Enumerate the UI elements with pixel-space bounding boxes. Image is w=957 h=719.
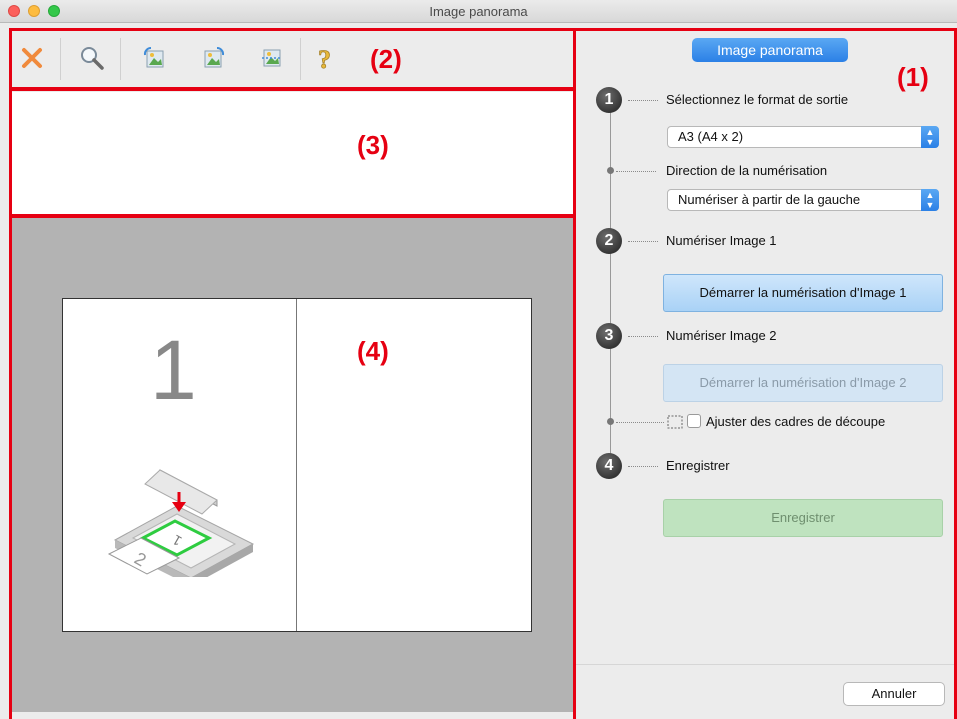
region-2-frame bbox=[9, 28, 576, 90]
region-1-frame bbox=[573, 28, 957, 719]
region-4-frame bbox=[9, 215, 576, 719]
region-3-frame bbox=[9, 88, 576, 217]
title-bar: Image panorama bbox=[0, 0, 957, 23]
region-3-label: (3) bbox=[357, 130, 389, 160]
region-2-label: (2) bbox=[370, 44, 402, 74]
window-title: Image panorama bbox=[429, 4, 528, 19]
region-4-label: (4) bbox=[357, 336, 389, 366]
region-1-label: (1) bbox=[897, 62, 929, 92]
